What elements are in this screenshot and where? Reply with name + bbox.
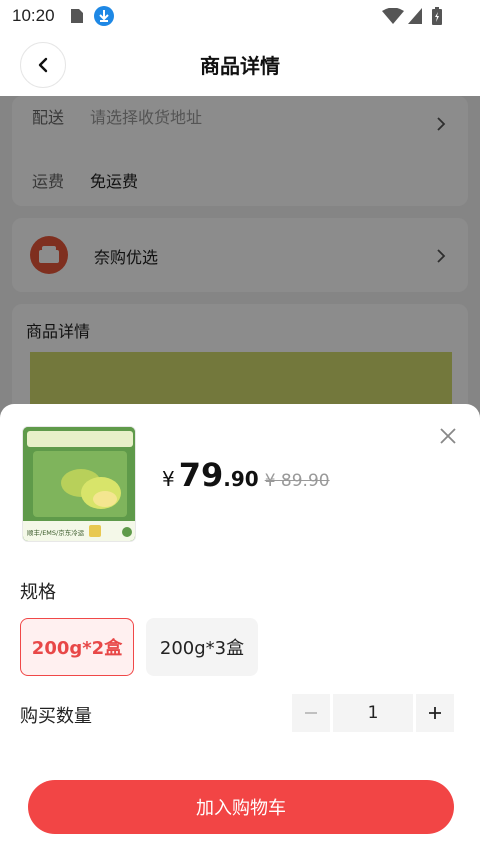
quantity-decrease-button[interactable] (292, 694, 330, 732)
signal-icon (408, 8, 422, 24)
spec-title: 规格 (20, 582, 56, 603)
quantity-increase-button[interactable] (416, 694, 454, 732)
add-to-cart-button[interactable]: 加入购物车 (28, 780, 454, 834)
sim-card-icon (71, 9, 83, 23)
quantity-value[interactable]: 1 (333, 694, 413, 732)
wifi-icon (382, 8, 404, 24)
spec-option-selected[interactable]: 200g*2盒 (20, 618, 134, 676)
battery-icon (432, 7, 442, 25)
download-icon (94, 6, 114, 26)
status-bar: 10:20 (0, 0, 480, 32)
price-decimal: .90 (223, 467, 259, 491)
original-price: ¥ 89.90 (264, 471, 330, 491)
spec-bottom-sheet: 顺丰/EMS/京东冷运 ¥ 79 .90 ¥ 89.90 规格 200g*2盒 … (0, 404, 480, 854)
status-time: 10:20 (12, 6, 55, 25)
price-integer: 79 (178, 456, 224, 494)
minus-icon (305, 712, 317, 714)
close-icon (440, 428, 456, 444)
quantity-label: 购买数量 (20, 706, 92, 727)
spec-option[interactable]: 200g*3盒 (146, 618, 258, 676)
product-image: 顺丰/EMS/京东冷运 (23, 427, 135, 541)
plus-icon (429, 707, 441, 719)
header: 商品详情 (0, 32, 480, 96)
thumb-text: 顺丰/EMS/京东冷运 (27, 528, 85, 537)
price: ¥ 79 .90 ¥ 89.90 (162, 456, 330, 494)
close-button[interactable] (434, 422, 462, 450)
page-title: 商品详情 (200, 54, 280, 78)
product-thumbnail: 顺丰/EMS/京东冷运 (22, 426, 136, 542)
price-symbol: ¥ (162, 467, 175, 491)
